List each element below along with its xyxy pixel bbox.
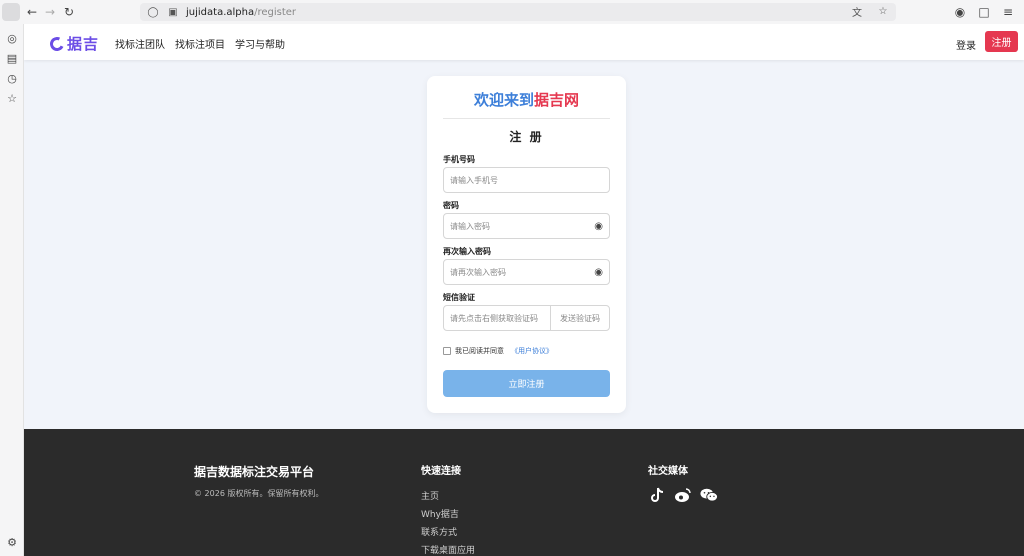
submit-register-button[interactable]: 立即注册 [443,370,610,397]
phone-label: 手机号码 [443,155,475,164]
footer-brand-title: 据吉数据标注交易平台 [194,465,315,479]
agree-text: 我已阅读并同意 [455,347,504,355]
footer-copyright: © 2026 版权所有。保留所有权利。 [194,489,324,498]
bookmarks-icon[interactable]: ☆ [4,90,20,106]
address-bar[interactable]: ◯ ▣ jujidata.alpha/register 文 ☆ [140,3,896,21]
social-title: 社交媒体 [648,466,688,477]
url-host: jujidata.alpha [186,6,255,18]
bookmark-star-icon[interactable]: ☆ [876,4,890,18]
account-icon[interactable]: ◉ [950,2,970,22]
back-icon[interactable]: ← [22,2,42,22]
register-card: 欢迎来到据吉网 注 册 手机号码 密码 ◉ 再次输入密码 ◉ 短信验证 发送验证… [427,76,626,413]
url-text: jujidata.alpha/register [186,7,296,18]
wechat-icon[interactable] [700,486,718,504]
site-header: 据吉 找标注团队 找标注项目 学习与帮助 登录 注册 [24,24,1024,60]
agree-checkbox[interactable] [443,347,451,355]
shield-icon: ◯ [147,6,159,18]
confirm-password-field[interactable]: ◉ [443,259,610,285]
footer-link-download[interactable]: 下载桌面应用 [421,543,475,556]
browser-sidebar: ◎ ▤ ◷ ☆ ⚙ [0,24,24,556]
sms-field: 发送验证码 [443,305,610,331]
history-icon[interactable]: ◷ [4,70,20,86]
lock-icon: ▣ [168,6,178,18]
send-code-button[interactable]: 发送验证码 [551,306,609,330]
divider [443,118,610,119]
tiktok-icon[interactable] [648,486,666,504]
footer-link-why[interactable]: Why据吉 [421,507,459,520]
site-logo[interactable]: 据吉 [48,33,100,54]
password-field[interactable]: ◉ [443,213,610,239]
sms-label: 短信验证 [443,293,475,302]
sms-code-input[interactable] [450,313,548,323]
site-footer: 据吉数据标注交易平台 © 2026 版权所有。保留所有权利。 快速连接 主页 W… [24,429,1024,556]
reload-icon[interactable]: ↻ [59,2,79,22]
eye-hidden-icon[interactable]: ◉ [594,221,603,232]
welcome-prefix: 欢迎来到 [473,91,534,109]
nav-item-find-team[interactable]: 找标注团队 [115,36,165,51]
weibo-icon[interactable] [674,486,692,504]
footer-link-contact[interactable]: 联系方式 [421,525,457,538]
menu-icon[interactable]: ≡ [998,2,1018,22]
form-title: 注 册 [509,130,544,144]
extensions-icon[interactable]: □ [974,2,994,22]
ai-chat-icon[interactable]: ◎ [4,30,20,46]
password-label: 密码 [443,201,459,210]
quick-links-title: 快速连接 [421,466,461,477]
tabs-icon[interactable]: ▤ [4,50,20,66]
phone-field[interactable] [443,167,610,193]
phone-input[interactable] [450,175,580,185]
welcome-brand: 据吉网 [534,91,580,109]
page-viewport: 据吉 找标注团队 找标注项目 学习与帮助 登录 注册 欢迎来到据吉网 注 册 手… [24,24,1024,556]
password-input[interactable] [450,221,580,231]
nav-item-find-project[interactable]: 找标注项目 [175,36,225,51]
welcome-heading: 欢迎来到据吉网 [427,89,626,110]
confirm-password-input[interactable] [450,267,580,277]
url-path: /register [254,6,297,18]
footer-link-home[interactable]: 主页 [421,489,439,502]
user-agreement-link[interactable]: 《用户协议》 [511,346,553,356]
agreement-row: 我已阅读并同意 《用户协议》 [443,346,553,356]
forward-icon[interactable]: → [40,2,60,22]
nav-item-learn-help[interactable]: 学习与帮助 [235,36,285,51]
eye-hidden-icon[interactable]: ◉ [594,267,603,278]
settings-gear-icon[interactable]: ⚙ [4,534,20,550]
confirm-password-label: 再次输入密码 [443,247,491,256]
logo-mark-icon [48,34,66,53]
social-icons [648,486,718,504]
register-button[interactable]: 注册 [985,31,1018,52]
translate-icon[interactable]: 文 [850,4,864,19]
main-nav: 找标注团队 找标注项目 学习与帮助 [115,36,285,51]
login-link[interactable]: 登录 [956,37,976,52]
logo-text: 据吉 [67,35,100,53]
sidebar-toggle-icon[interactable] [2,3,20,21]
browser-toolbar: ← → ↻ ◯ ▣ jujidata.alpha/register 文 ☆ ◉ … [0,0,1024,24]
